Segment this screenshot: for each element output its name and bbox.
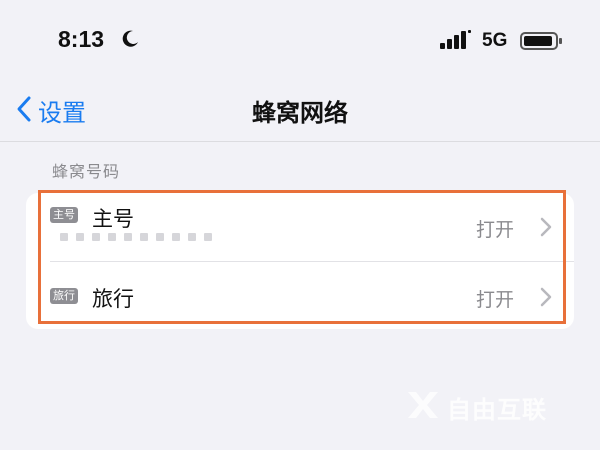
moon-icon	[120, 29, 140, 53]
line-row-primary[interactable]: 主号 主号 打开	[26, 193, 574, 261]
watermark: 自由互联	[405, 388, 547, 426]
line-tag: 主号	[50, 207, 78, 223]
watermark-logo-icon	[405, 388, 439, 426]
line-row-travel[interactable]: 旅行 旅行 打开	[26, 261, 574, 329]
line-label: 旅行	[92, 287, 134, 311]
chevron-right-icon	[540, 287, 552, 311]
line-tag: 旅行	[50, 288, 78, 304]
line-label: 主号	[92, 207, 134, 231]
cellular-signal-icon	[440, 30, 474, 54]
network-type: 5G	[482, 30, 508, 51]
section-header: 蜂窝号码	[52, 162, 121, 181]
status-time: 8:13	[58, 26, 105, 52]
status-bar: 8:13 5G	[0, 0, 600, 75]
masked-phone-number	[60, 233, 212, 241]
battery-icon	[520, 31, 564, 55]
watermark-text: 自由互联	[447, 395, 547, 424]
page-title: 蜂窝网络	[252, 99, 348, 127]
cellular-lines-list: 主号 主号 打开 旅行 旅行 打开	[26, 193, 574, 329]
navigation-bar: 设置 蜂窝网络	[0, 75, 600, 142]
chevron-right-icon	[540, 217, 552, 241]
line-status: 打开	[475, 219, 514, 241]
line-status: 打开	[475, 289, 514, 311]
